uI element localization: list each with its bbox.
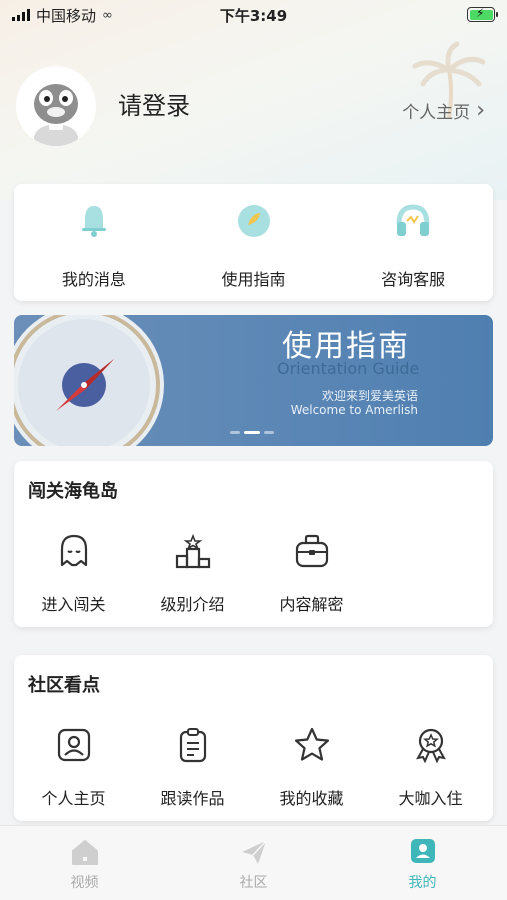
quick-item-label: 使用指南: [221, 270, 286, 289]
status-bar: 中国移动 ∞ 下午3:49 ⚡: [0, 0, 507, 30]
compass-icon: [14, 315, 164, 446]
avatar[interactable]: [16, 66, 96, 146]
ghost-icon: [60, 534, 87, 567]
signal-icon: [12, 9, 30, 21]
island-section-card: 闯关海龟岛 进入闯关 级别介绍 内容解密: [14, 461, 493, 627]
bag-icon: [295, 534, 328, 568]
personal-homepage-link[interactable]: 个人主页 ›: [402, 98, 485, 123]
section-title: 社区看点: [28, 675, 100, 696]
badge-icon: [415, 728, 446, 764]
quick-actions-card: 我的消息 使用指南 咨询客服: [14, 184, 493, 301]
banner-subtitle: Orientation Guide: [277, 359, 420, 378]
clipboard-icon: [179, 728, 206, 763]
island-item-levels[interactable]: 级别介绍: [133, 531, 252, 615]
paper-plane-icon: [241, 840, 267, 864]
quick-item-guide[interactable]: 使用指南: [174, 184, 334, 301]
community-item-homepage[interactable]: 个人主页: [14, 725, 133, 809]
bell-icon: [81, 206, 106, 237]
quick-item-messages[interactable]: 我的消息: [14, 184, 174, 301]
island-item-decode[interactable]: 内容解密: [252, 531, 371, 615]
community-item-experts[interactable]: 大咖入住: [371, 725, 490, 809]
carousel-dot-active: [244, 431, 260, 434]
community-item-readalong[interactable]: 跟读作品: [133, 725, 252, 809]
profile-icon: [410, 839, 435, 863]
quick-item-label: 我的消息: [61, 270, 126, 289]
community-section-card: 社区看点 个人主页 跟读作品 我的收藏 大咖入住: [14, 655, 493, 821]
guide-banner[interactable]: 使用指南 Orientation Guide 欢迎来到爱美英语 Welcome …: [14, 315, 493, 446]
carousel-dot: [230, 431, 240, 434]
carrier-label: 中国移动: [36, 6, 97, 25]
island-item-label: 内容解密: [279, 595, 344, 614]
home-icon: [71, 840, 98, 865]
tab-video[interactable]: 视频: [0, 826, 169, 900]
podium-icon: [175, 533, 210, 569]
community-item-label: 大咖入住: [398, 789, 463, 808]
quick-item-label: 咨询客服: [381, 270, 446, 289]
tab-label: 社区: [239, 875, 268, 891]
banner-welcome-cn: 欢迎来到爱美英语: [321, 389, 418, 403]
mascot-avatar-icon: [34, 84, 78, 146]
quick-item-support[interactable]: 咨询客服: [333, 184, 493, 301]
carousel-indicator: [230, 431, 274, 434]
community-item-label: 跟读作品: [160, 789, 225, 808]
island-item-enter[interactable]: 进入闯关: [14, 531, 133, 615]
guide-icon: [237, 205, 270, 237]
login-prompt[interactable]: 请登录: [118, 86, 190, 121]
bottom-tab-bar: 视频 社区 我的: [0, 825, 507, 900]
tab-mine[interactable]: 我的: [338, 826, 507, 900]
section-title: 闯关海龟岛: [28, 481, 118, 502]
profile-header: 请登录 个人主页 ›: [16, 66, 491, 146]
island-item-label: 级别介绍: [160, 595, 225, 614]
chevron-right-icon: ›: [476, 98, 485, 123]
tab-label: 我的: [408, 875, 437, 891]
star-icon: [294, 727, 329, 761]
community-item-label: 个人主页: [41, 789, 106, 808]
community-item-favorites[interactable]: 我的收藏: [252, 725, 371, 809]
island-item-label: 进入闯关: [41, 595, 106, 614]
tab-label: 视频: [70, 875, 99, 891]
headset-icon: [396, 204, 430, 236]
banner-welcome-en: Welcome to Amerlish: [290, 403, 418, 417]
community-item-label: 我的收藏: [279, 789, 344, 808]
link-icon: ∞: [102, 7, 113, 23]
personal-homepage-label: 个人主页: [402, 103, 471, 123]
user-card-icon: [57, 728, 90, 762]
battery-icon: ⚡: [467, 6, 498, 22]
tab-community[interactable]: 社区: [169, 826, 338, 900]
carousel-dot: [264, 431, 274, 434]
